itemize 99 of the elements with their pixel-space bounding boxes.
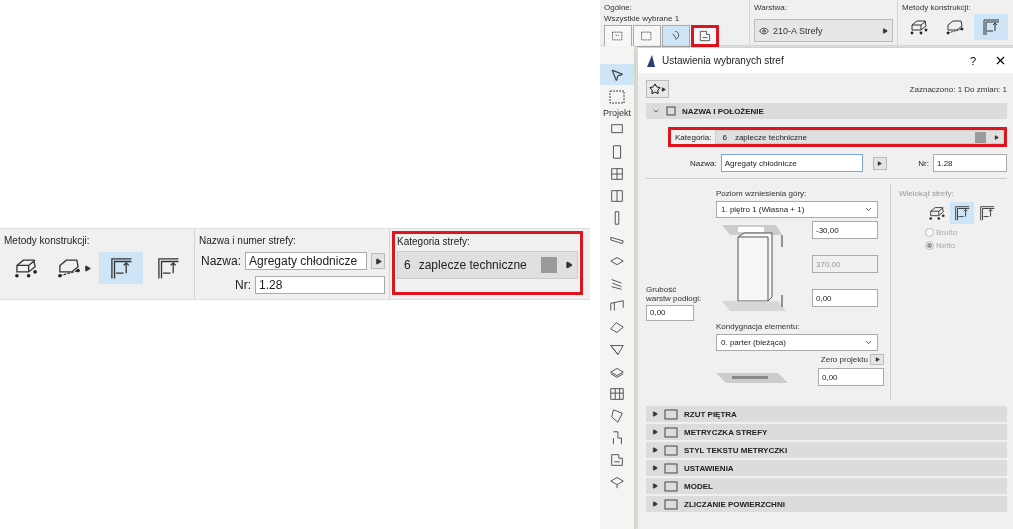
field-label: Grubość warstw podłogi: (646, 284, 703, 303)
name-field[interactable]: Agregaty chłodnicze (720, 154, 863, 172)
number-field[interactable]: 1.28 (933, 154, 1007, 172)
thickness-field[interactable]: 0,00 (646, 304, 694, 321)
box-icon (928, 204, 946, 222)
number-field[interactable]: 1.28 (255, 276, 385, 294)
panel-icon (664, 480, 678, 492)
menu-arrow-button[interactable] (872, 156, 887, 170)
app-logo-icon (646, 54, 656, 67)
toolbox-label: Projekt (603, 108, 631, 118)
section-label: Metody konstrukcji: (4, 235, 91, 246)
help-button[interactable]: ? (958, 53, 988, 68)
toolbar-button[interactable] (633, 25, 661, 47)
tool-icon (609, 385, 625, 402)
field-label: Nr: (235, 278, 251, 292)
section-label: Kategoria strefy: (397, 236, 471, 247)
caret-icon (374, 257, 382, 265)
caret-icon (652, 429, 658, 435)
section-header[interactable]: USTAWIENIA (646, 460, 1007, 476)
tool-icon (640, 29, 654, 43)
box-icon (945, 17, 965, 37)
tool-button[interactable] (600, 64, 634, 85)
section-label: Ogólne: (604, 3, 634, 12)
tool-icon (698, 29, 712, 43)
category-dropdown[interactable]: 6 zaplecze techniczne (715, 130, 1004, 144)
close-button[interactable] (994, 54, 1007, 67)
caret-icon (83, 264, 91, 272)
caret-icon (565, 261, 573, 269)
panel-icon (664, 426, 678, 438)
section-label: Metody konstrukcji: (902, 3, 972, 12)
offset-field[interactable]: 0,00 (812, 289, 878, 307)
elevation-field[interactable]: 0,00 (818, 368, 884, 386)
field-label: Zero projektu (820, 355, 868, 364)
radio-label: Netto (936, 241, 956, 250)
chevron-down-icon (864, 205, 873, 214)
toolbar-button[interactable] (662, 25, 690, 47)
level-dropdown[interactable]: 1. piętro 1 (Własna + 1) (716, 201, 878, 218)
field-label: Poziom wzniesienia góry: (716, 189, 808, 198)
field-label: Nazwa: (690, 158, 717, 168)
corner-icon (953, 204, 971, 222)
category-dropdown[interactable]: 6 zaplecze techniczne (397, 251, 578, 279)
panel-icon (664, 462, 678, 474)
caret-icon (652, 447, 658, 453)
field-label: Wielokąt strefy: (899, 189, 955, 198)
tool-icon (609, 187, 625, 204)
caret-icon (661, 86, 666, 92)
section-label: Warstwa: (754, 3, 789, 12)
section-header[interactable]: STYL TEKSTU METRYCZKI (646, 442, 1007, 458)
pointer-icon (610, 67, 624, 82)
caret-icon (877, 160, 883, 166)
name-field[interactable]: Agregaty chłodnicze (245, 252, 367, 270)
tool-icon (609, 407, 625, 424)
method-button[interactable] (99, 252, 143, 284)
color-swatch (975, 131, 986, 143)
menu-arrow-button[interactable] (371, 253, 385, 269)
caret-icon (874, 357, 880, 362)
section-label: Nazwa i numer strefy: (199, 235, 297, 246)
story-dropdown[interactable]: 0. parter (bieżąca) (716, 334, 878, 351)
caret-icon (652, 411, 658, 417)
caret-icon (994, 134, 999, 140)
panel-icon (664, 444, 678, 456)
panel-icon (664, 408, 678, 420)
caret-icon (652, 501, 658, 507)
field-label: Nazwa: (201, 254, 241, 268)
layer-dropdown[interactable]: 210-A Strefy (754, 19, 893, 42)
tool-icon (609, 165, 625, 182)
selection-label: Wszystkie wybrane 1 (604, 14, 681, 23)
corner-icon (981, 17, 1001, 37)
tool-icon (609, 319, 625, 336)
eye-icon (759, 25, 769, 36)
field-label: Nr: (918, 158, 929, 168)
dialog-title: Ustawienia wybranych stref (662, 55, 785, 66)
caret-icon (882, 27, 888, 34)
tool-icon (611, 29, 625, 43)
caret-icon (652, 465, 658, 471)
chevron-down-icon (652, 107, 660, 115)
field-label: Kondygnacja elementu: (716, 322, 801, 331)
field-label: Kategoria: (674, 132, 713, 142)
panel-icon (664, 498, 678, 510)
selection-status: Zaznaczono: 1 Do zmian: 1 (909, 84, 1007, 94)
section-header[interactable]: RZUT PIĘTRA (646, 406, 1007, 422)
section-header[interactable]: METRYCZKA STREFY (646, 424, 1007, 440)
section-header[interactable]: ZLICZANIE POWIERZCHNI (646, 496, 1007, 512)
chevron-down-icon (864, 338, 873, 347)
box-icon (909, 17, 929, 37)
star-icon (649, 83, 661, 95)
marquee-icon (609, 89, 625, 104)
menu-arrow-button[interactable] (870, 354, 884, 365)
favorites-button[interactable] (646, 80, 669, 98)
tool-icon (609, 451, 625, 468)
color-swatch (541, 257, 557, 273)
toolbar-button[interactable] (691, 25, 719, 47)
toolbar-button[interactable] (604, 25, 632, 47)
offset-field[interactable]: -30,00 (812, 221, 878, 239)
section-header[interactable]: MODEL (646, 478, 1007, 494)
section-header[interactable]: NAZWA I POŁOŻENIE (646, 103, 1007, 119)
radio-label: Brutto (936, 228, 958, 237)
caret-icon (652, 483, 658, 489)
corner-icon (978, 204, 996, 222)
